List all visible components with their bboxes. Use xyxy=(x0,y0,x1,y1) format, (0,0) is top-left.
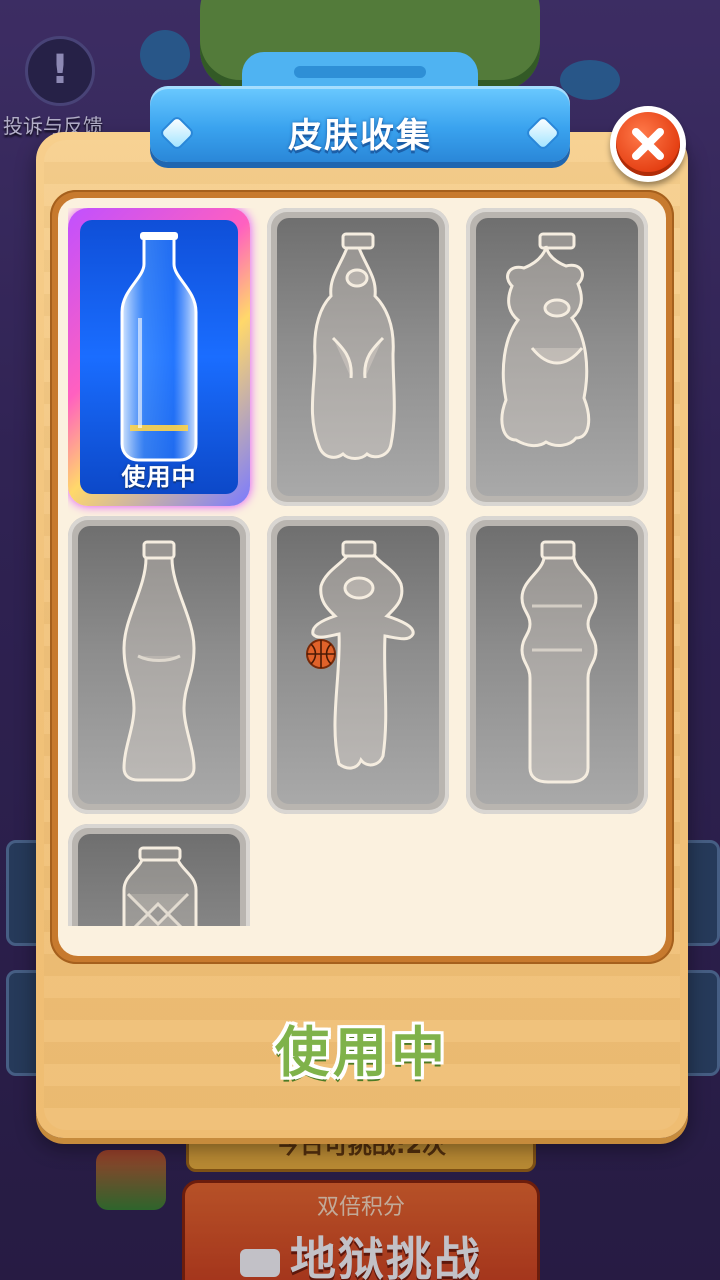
current-skin-status: 使用中 xyxy=(275,1021,449,1084)
water-bottle-icon xyxy=(520,540,598,784)
cola-bottle-icon xyxy=(122,540,196,782)
basketball-icon xyxy=(306,639,336,669)
skin-card-cola[interactable] xyxy=(68,516,250,814)
close-icon xyxy=(632,128,664,160)
skin-card-water[interactable] xyxy=(466,516,648,814)
duck-bottle-icon xyxy=(310,232,396,460)
skin-card-diamond[interactable] xyxy=(68,824,250,926)
skin-card-duck[interactable] xyxy=(267,208,449,506)
close-button[interactable] xyxy=(610,106,686,182)
bear-bottle-icon xyxy=(500,232,591,448)
skin-card-bear[interactable] xyxy=(466,208,648,506)
skin-card-basketball[interactable] xyxy=(267,516,449,814)
in-use-tag: 使用中 xyxy=(121,463,197,491)
dialog-header: 皮肤收集 xyxy=(150,52,570,168)
classic-bottle-icon xyxy=(120,232,198,462)
rabbit-bottle-icon xyxy=(306,540,415,770)
skin-grid: 使用中 xyxy=(68,208,658,926)
skin-collection-dialog: 使用中 使用中 xyxy=(36,132,688,1138)
dialog-title: 皮肤收集 xyxy=(288,116,432,156)
skin-grid-frame: 使用中 xyxy=(50,190,674,964)
diamond-bottle-icon xyxy=(122,846,198,926)
skin-card-classic-blue[interactable]: 使用中 xyxy=(68,208,250,506)
